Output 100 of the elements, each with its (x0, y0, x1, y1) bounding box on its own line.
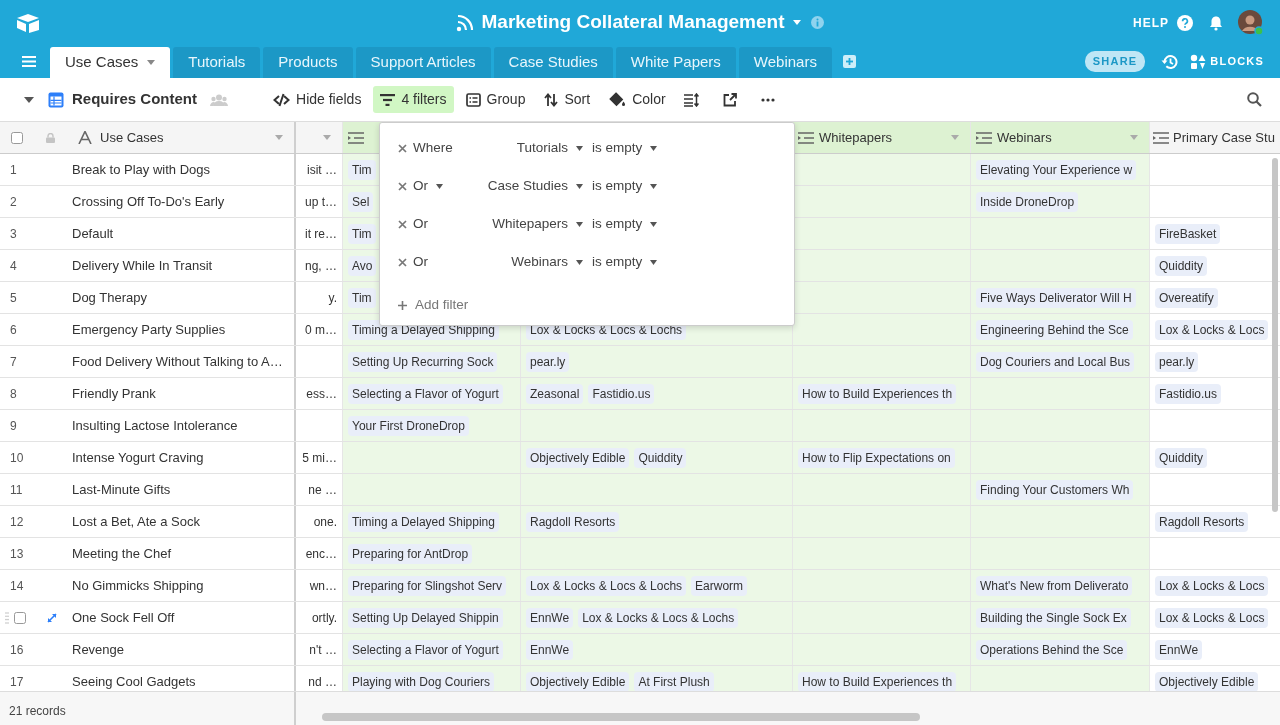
linked-record-chip[interactable]: pear.ly (1155, 351, 1199, 372)
linked-record-chip[interactable]: Dog Couriers and Local Bus (976, 351, 1135, 372)
linked-record-chip[interactable]: Objectively Edible (526, 671, 630, 691)
linked-record-chip[interactable]: Setting Up Delayed Shippin (348, 607, 503, 628)
toolbar-button[interactable]: Color (602, 86, 673, 113)
toolbar-button[interactable]: 4 filters (373, 86, 454, 113)
caret-icon[interactable] (24, 96, 34, 103)
linked-record-chip[interactable]: Ragdoll Resorts (1155, 511, 1249, 532)
linked-record-chip[interactable]: EnnWe (526, 639, 574, 660)
history-icon[interactable] (1161, 53, 1179, 70)
operator-dropdown[interactable]: is empty (592, 137, 658, 159)
avatar[interactable] (1238, 9, 1264, 36)
toolbar-button[interactable]: Hide fields (266, 86, 369, 113)
toolbar-button[interactable]: Group (458, 86, 533, 113)
linked-record-chip[interactable]: Lox & Locks & Locs (1155, 575, 1269, 596)
linked-record-chip[interactable]: Preparing for Slingshot Serv (348, 575, 507, 596)
toolbar-button[interactable]: Sort (537, 86, 598, 113)
linked-record-chip[interactable]: Five Ways Deliverator Will H (976, 287, 1136, 308)
close-icon[interactable] (398, 257, 407, 267)
column-header[interactable]: Primary Case Stu (1150, 122, 1280, 153)
caret-icon (650, 145, 658, 151)
linked-record-chip[interactable]: EnnWe (526, 607, 574, 628)
field-dropdown[interactable]: Whitepapers (492, 213, 583, 235)
table-tab[interactable]: Use Cases (50, 47, 171, 78)
linked-record-chip[interactable]: Lox & Locks & Locs (1155, 607, 1269, 628)
caret-icon (576, 145, 583, 151)
linked-record-chip[interactable]: Lox & Locks & Locs (1155, 319, 1269, 340)
conjunction-label: Where (413, 138, 453, 157)
close-icon[interactable] (398, 143, 407, 153)
share-view-icon[interactable] (722, 92, 737, 107)
linked-record-chip[interactable]: Your First DroneDrop (348, 415, 469, 436)
add-filter-button[interactable]: Add filter (398, 295, 469, 316)
linked-record-chip[interactable]: Quiddity (1155, 447, 1208, 468)
conjunction-dropdown[interactable]: Or (413, 175, 443, 197)
linked-record-chip[interactable]: Tim (348, 287, 376, 308)
linked-record-chip[interactable]: Lox & Locks & Locs & Lochs (578, 607, 739, 628)
linked-record-chip[interactable]: Tim (348, 159, 376, 180)
expand-icon[interactable] (47, 612, 57, 623)
field-dropdown[interactable]: Webinars (511, 251, 583, 273)
linked-record-chip[interactable]: Earworm (691, 575, 748, 596)
plus-icon (398, 300, 407, 310)
checkbox[interactable] (11, 131, 23, 144)
linked-record-chip[interactable]: How to Build Experiences th (798, 383, 957, 404)
operator-dropdown[interactable]: is empty (592, 175, 658, 197)
field-dropdown[interactable]: Case Studies (487, 175, 583, 197)
linked-record-chip[interactable]: Engineering Behind the Sce (976, 319, 1133, 340)
logo-icon[interactable] (16, 12, 40, 33)
linked-record-chip[interactable]: Building the Single Sock Ex (976, 607, 1131, 628)
linked-record-chip[interactable]: EnnWe (1155, 639, 1203, 660)
operator-dropdown[interactable]: is empty (592, 213, 658, 235)
linked-record-chip[interactable]: Finding Your Customers Wh (976, 479, 1134, 500)
search-icon[interactable] (1247, 92, 1262, 107)
linked-record-chip[interactable]: Quiddity (634, 447, 687, 468)
menu-icon[interactable] (22, 56, 36, 67)
linked-record-chip[interactable]: Selecting a Flavor of Yogurt (348, 383, 503, 404)
linked-record-chip[interactable]: Elevating Your Experience w (976, 159, 1137, 180)
column-header[interactable]: Use Cases (64, 122, 296, 153)
vertical-scrollbar[interactable] (1272, 158, 1278, 512)
linked-record-chip[interactable]: How to Flip Expectations on (798, 447, 955, 468)
linked-record-chip[interactable]: What's New from Deliverato (976, 575, 1133, 596)
linked-record-chip[interactable]: Inside DroneDrop (976, 191, 1079, 212)
linked-record-chip[interactable]: Sel (348, 191, 374, 212)
linked-record-chip[interactable]: Quiddity (1155, 255, 1208, 276)
row-checkbox[interactable] (14, 611, 26, 624)
linked-record-chip[interactable]: At First Plush (634, 671, 714, 691)
add-tab-icon[interactable] (842, 55, 856, 68)
help-icon[interactable] (1177, 14, 1193, 31)
info-icon[interactable] (810, 16, 824, 29)
linked-record-chip[interactable]: Fastidio.us (1155, 383, 1222, 404)
bell-icon[interactable] (1209, 14, 1223, 31)
linked-record-chip[interactable]: How to Build Experiences th (798, 671, 957, 691)
linked-record-chip[interactable]: Lox & Locks & Locs & Lochs (526, 575, 687, 596)
field-dropdown[interactable]: Tutorials (516, 137, 583, 159)
linked-record-chip[interactable]: FireBasket (1155, 223, 1221, 244)
row-height-icon[interactable] (683, 92, 699, 107)
column-header[interactable]: Whitepapers (793, 122, 971, 153)
linked-record-chip[interactable]: Playing with Dog Couriers (348, 671, 495, 691)
linked-record-chip[interactable]: Avo (348, 255, 377, 276)
linked-record-chip[interactable]: Ragdoll Resorts (526, 511, 620, 532)
linked-record-chip[interactable]: Objectively Edible (1155, 671, 1259, 691)
linked-record-chip[interactable]: Selecting a Flavor of Yogurt (348, 639, 503, 660)
linked-record-chip[interactable]: pear.ly (526, 351, 570, 372)
linked-record-chip[interactable]: Tim (348, 223, 376, 244)
linked-record-chip[interactable]: Zeasonal (526, 383, 584, 404)
more-icon[interactable] (760, 97, 775, 102)
linked-record-chip[interactable]: Fastidio.us (588, 383, 655, 404)
table-cell: One Sock Fell Off (64, 602, 296, 633)
linked-record-chip[interactable]: Timing a Delayed Shipping (348, 511, 499, 532)
close-icon[interactable] (398, 219, 407, 229)
linked-record-chip[interactable]: Overeatify (1155, 287, 1218, 308)
linked-record-chip[interactable]: Setting Up Recurring Sock (348, 351, 498, 372)
operator-dropdown[interactable]: is empty (592, 251, 658, 273)
linked-record-chip[interactable]: Operations Behind the Sce (976, 639, 1128, 660)
conjunction-label: Or (413, 252, 428, 271)
horizontal-scrollbar[interactable] (322, 713, 920, 721)
view-name[interactable]: Requires Content (72, 88, 197, 111)
close-icon[interactable] (398, 181, 407, 191)
column-header[interactable]: Webinars (971, 122, 1150, 153)
linked-record-chip[interactable]: Objectively Edible (526, 447, 630, 468)
linked-record-chip[interactable]: Preparing for AntDrop (348, 543, 473, 564)
